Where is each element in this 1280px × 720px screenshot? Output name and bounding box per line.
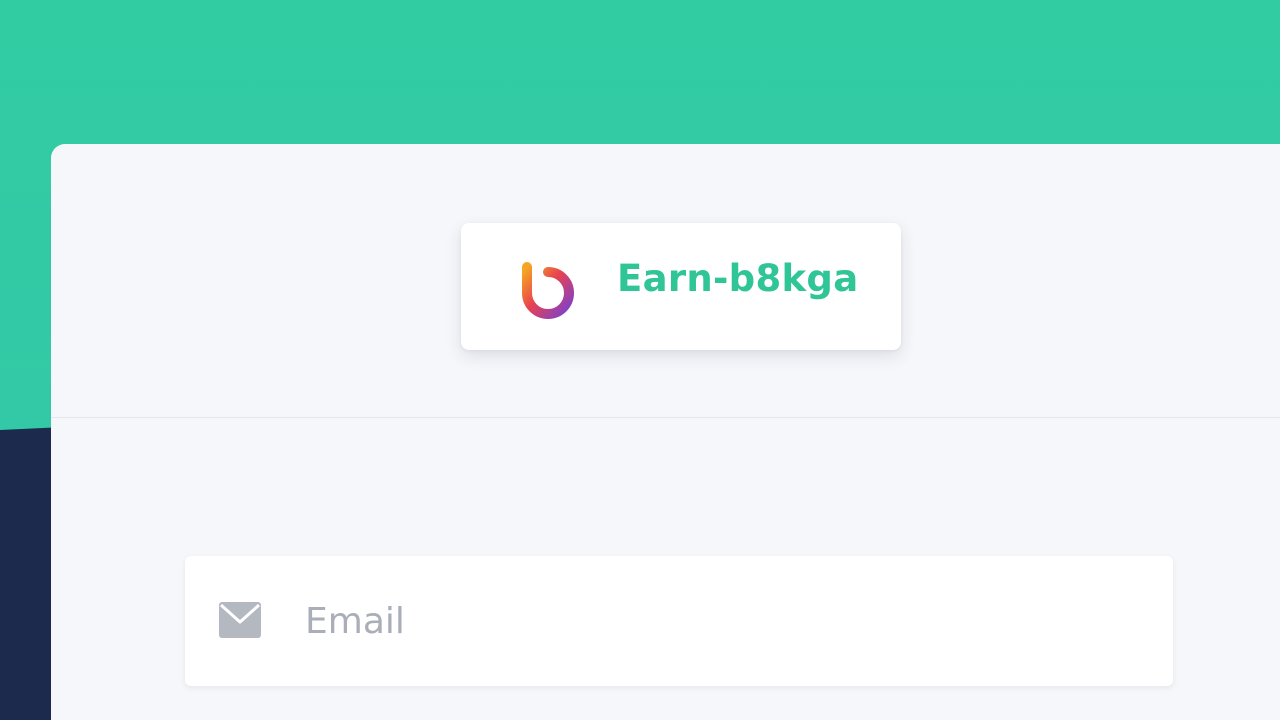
brand-name: Earn-b8kga bbox=[617, 257, 859, 300]
login-card: Earn-b8kga bbox=[51, 144, 1280, 720]
card-header: Earn-b8kga bbox=[51, 144, 1280, 418]
brand-logo-icon bbox=[522, 262, 575, 319]
email-field[interactable] bbox=[185, 556, 1173, 686]
email-input[interactable] bbox=[305, 582, 1145, 660]
envelope-icon bbox=[219, 602, 261, 638]
login-page: Earn-b8kga bbox=[0, 0, 1280, 720]
brand-box[interactable]: Earn-b8kga bbox=[461, 223, 901, 350]
